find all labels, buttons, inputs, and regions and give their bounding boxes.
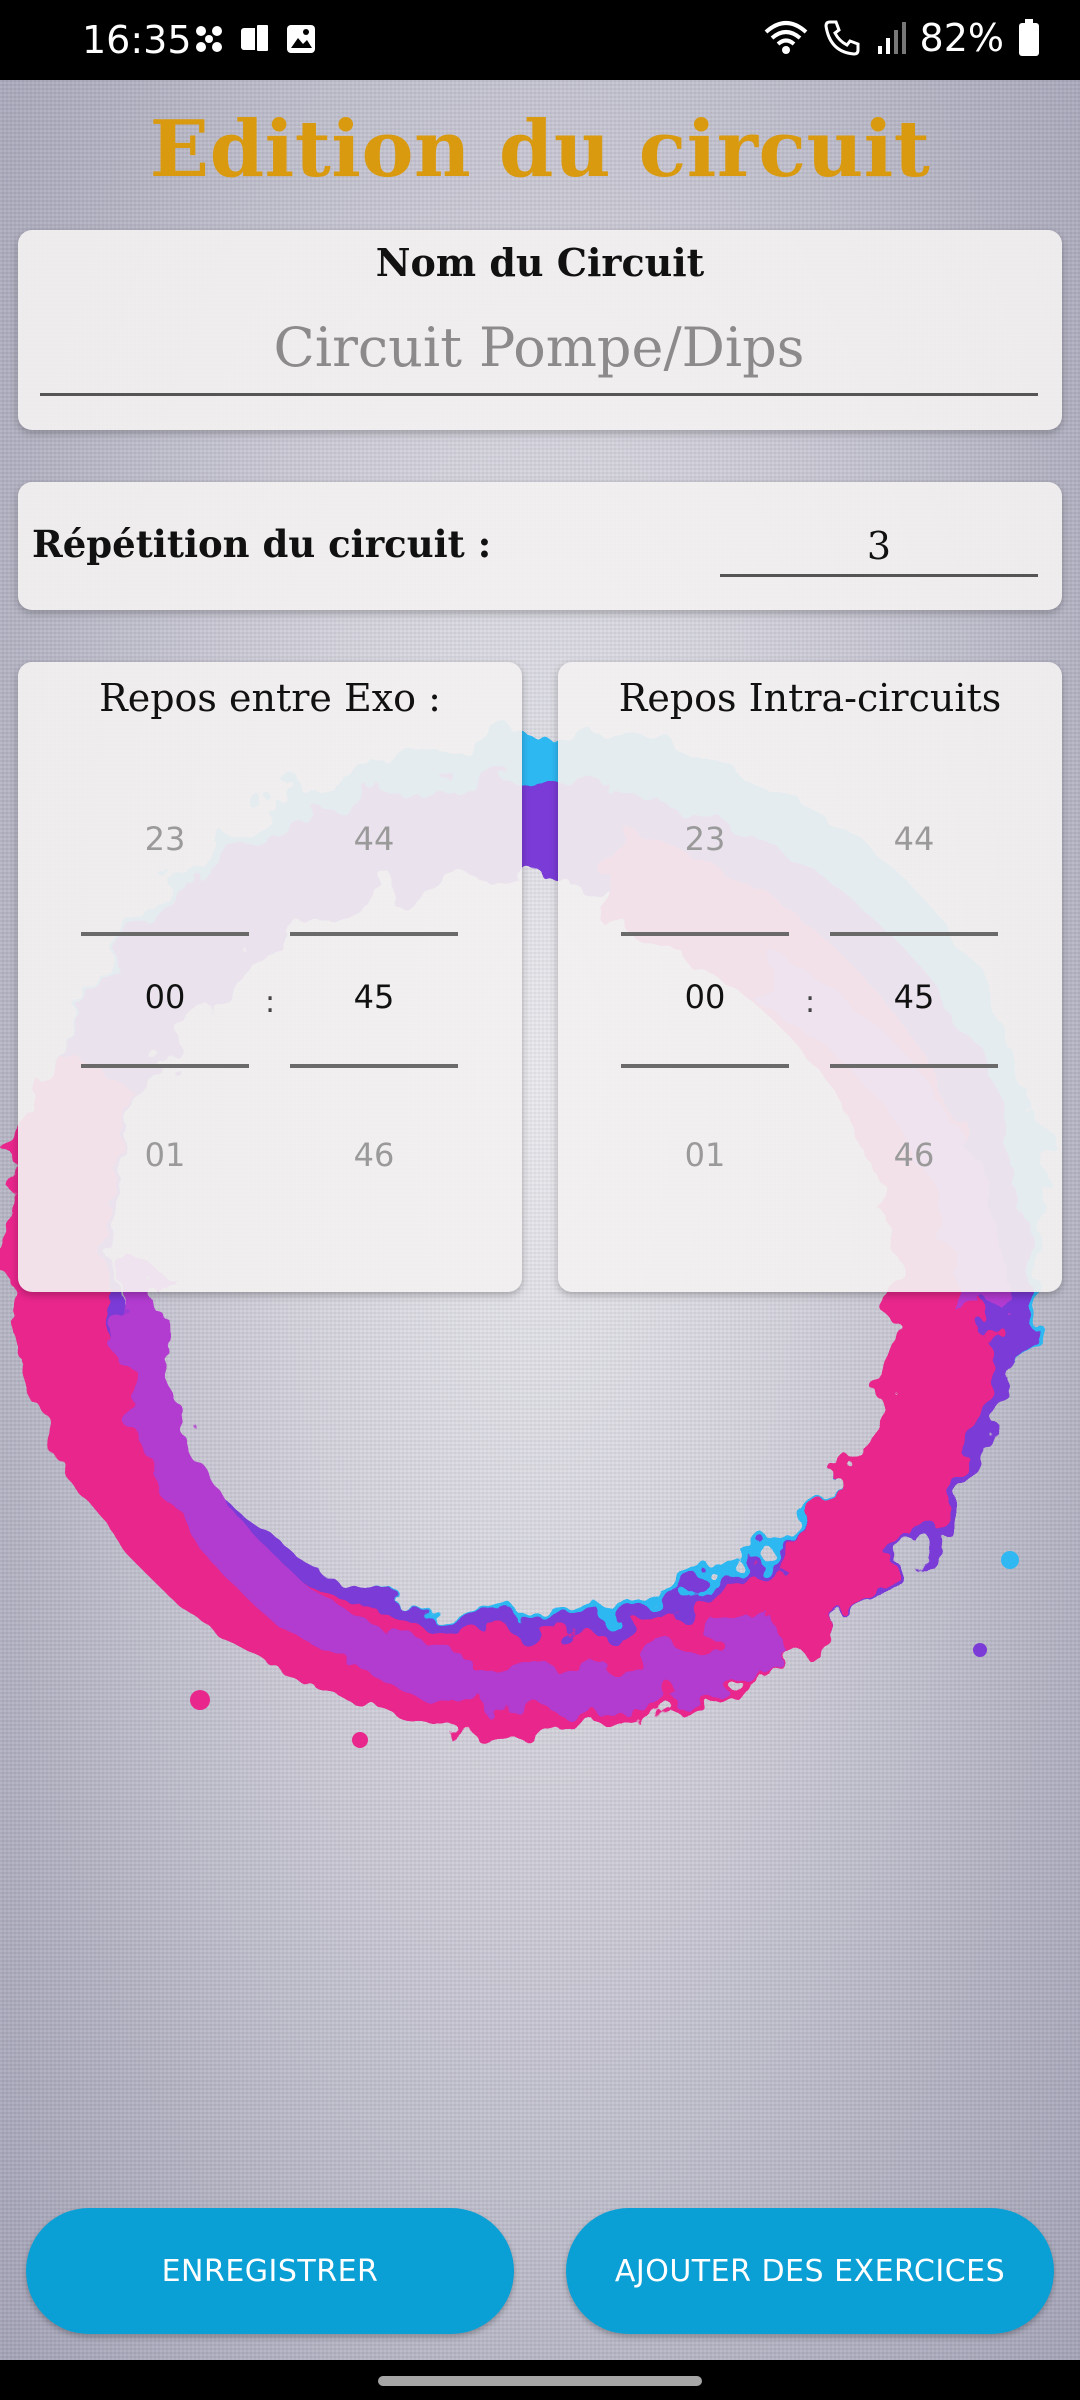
battery-icon — [1019, 19, 1039, 56]
rest-intra-circuits-title: Repos Intra-circuits — [618, 676, 1002, 720]
seconds-picker[interactable]: 44 45 46 — [290, 820, 458, 1196]
status-bar: 16:35 82% — [0, 0, 1080, 80]
system-icons: 82% — [764, 16, 1040, 60]
minutes-picker[interactable]: 23 00 01 — [621, 820, 789, 1196]
fan-icon — [196, 26, 222, 52]
signal-icon — [877, 22, 906, 54]
circuit-name-label: Nom du Circuit — [375, 240, 705, 285]
rest-between-exercises-title: Repos entre Exo : — [99, 676, 441, 720]
app-screen: 16:35 82% Edition du circuit Nom du Circ… — [0, 0, 1080, 2400]
call-icon — [824, 20, 860, 56]
picker-selected-value: 00 — [144, 978, 186, 1016]
picker-selected-value: 45 — [893, 978, 935, 1016]
repetition-label: Répétition du circuit : — [32, 522, 492, 566]
picker-divider — [830, 932, 998, 936]
picker-next-value: 46 — [893, 1136, 935, 1174]
picker-selected-value: 00 — [684, 978, 726, 1016]
home-gesture-handle[interactable] — [378, 2376, 702, 2386]
time-separator: : — [805, 985, 816, 1020]
picker-next-value: 46 — [353, 1136, 395, 1174]
picker-prev-value: 44 — [893, 820, 935, 858]
repetition-input[interactable]: 3 — [720, 515, 1038, 577]
picker-divider — [621, 932, 789, 936]
image-icon — [287, 25, 315, 53]
picker-prev-value: 23 — [684, 820, 726, 858]
save-button[interactable]: ENREGISTRER — [26, 2208, 514, 2334]
page-title: Edition du circuit — [149, 104, 931, 195]
time-separator: : — [265, 985, 276, 1020]
notification-icons — [192, 22, 318, 56]
picker-divider — [290, 932, 458, 936]
picker-prev-value: 44 — [353, 820, 395, 858]
circuit-name-input[interactable]: Circuit Pompe/Dips — [40, 300, 1038, 396]
device-icon — [241, 23, 270, 53]
picker-divider — [830, 1064, 998, 1068]
picker-divider — [81, 932, 249, 936]
picker-next-value: 01 — [684, 1136, 726, 1174]
status-time: 16:35 — [82, 18, 192, 62]
picker-divider — [621, 1064, 789, 1068]
picker-divider — [290, 1064, 458, 1068]
picker-selected-value: 45 — [353, 978, 395, 1016]
picker-divider — [81, 1064, 249, 1068]
picker-prev-value: 23 — [144, 820, 186, 858]
picker-next-value: 01 — [144, 1136, 186, 1174]
seconds-picker[interactable]: 44 45 46 — [830, 820, 998, 1196]
add-exercises-button[interactable]: AJOUTER DES EXERCICES — [566, 2208, 1054, 2334]
minutes-picker[interactable]: 23 00 01 — [81, 820, 249, 1196]
wifi-icon — [764, 21, 807, 54]
battery-percentage: 82% — [919, 16, 1004, 60]
